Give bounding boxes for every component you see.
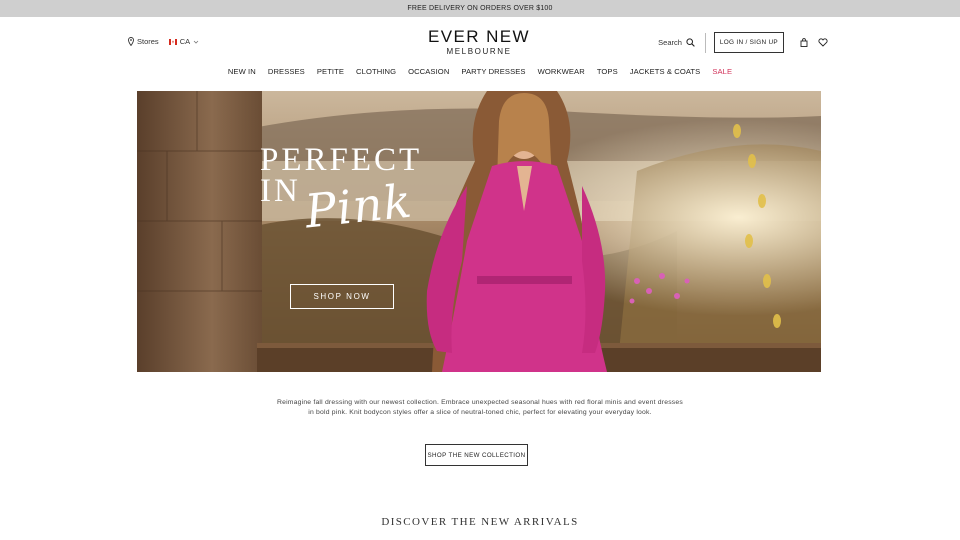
shop-now-button[interactable]: SHOP NOW — [290, 284, 394, 309]
canada-flag-icon[interactable] — [168, 38, 177, 45]
stores-link[interactable]: Stores — [137, 37, 159, 46]
nav-item-workwear[interactable]: WORKWEAR — [538, 67, 585, 76]
nav-item-sale[interactable]: SALE — [712, 67, 732, 76]
shop-new-collection-button[interactable]: SHOP THE NEW COLLECTION — [425, 444, 528, 466]
description-line-1: Reimagine fall dressing with our newest … — [276, 399, 683, 406]
brand-name: EVER NEW — [428, 27, 530, 46]
hero-image — [137, 91, 821, 372]
search-icon — [686, 38, 695, 47]
logo[interactable]: EVER NEW MELBOURNE — [380, 28, 578, 57]
hero-script-text: Pink — [302, 173, 415, 239]
nav-item-new-in[interactable]: NEW IN — [228, 67, 256, 76]
chevron-down-icon[interactable] — [193, 39, 199, 45]
hero-banner[interactable]: PERFECT IN Pink SHOP NOW — [137, 91, 821, 372]
heart-icon — [818, 38, 828, 47]
login-signup-button[interactable]: LOG IN / SIGN UP — [713, 32, 784, 53]
location-pin-icon — [128, 37, 134, 46]
nav-item-occasion[interactable]: OCCASION — [408, 67, 449, 76]
utility-right: Search LOG IN / SIGN UP — [658, 32, 828, 53]
divider — [704, 32, 706, 53]
bag-button[interactable] — [800, 38, 808, 47]
nav-item-party-dresses[interactable]: PARTY DRESSES — [461, 67, 525, 76]
country-selector[interactable]: CA — [180, 37, 190, 46]
promo-text: FREE DELIVERY ON ORDERS OVER $100 — [407, 5, 553, 12]
nav-item-clothing[interactable]: CLOTHING — [356, 67, 396, 76]
brand-city: MELBOURNE — [446, 47, 512, 56]
section-title: DISCOVER THE NEW ARRIVALS — [381, 516, 579, 528]
hero-title-line1: PERFECT — [260, 142, 423, 178]
description-line-2: in bold pink. Knit bodycon styles offer … — [308, 409, 652, 416]
search-label: Search — [658, 38, 682, 47]
collection-description: Reimagine fall dressing with our newest … — [260, 398, 700, 418]
shopping-bag-icon — [800, 38, 808, 47]
utility-left: Stores CA — [128, 37, 199, 46]
nav-item-jackets-coats[interactable]: JACKETS & COATS — [630, 67, 701, 76]
wishlist-button[interactable] — [818, 38, 828, 47]
nav-item-tops[interactable]: TOPS — [597, 67, 618, 76]
nav-item-petite[interactable]: PETITE — [317, 67, 344, 76]
nav-item-dresses[interactable]: DRESSES — [268, 67, 305, 76]
promo-bar: FREE DELIVERY ON ORDERS OVER $100 — [0, 0, 960, 17]
main-nav: NEW IN DRESSES PETITE CLOTHING OCCASION … — [0, 67, 960, 76]
search-button[interactable]: Search — [658, 38, 695, 47]
